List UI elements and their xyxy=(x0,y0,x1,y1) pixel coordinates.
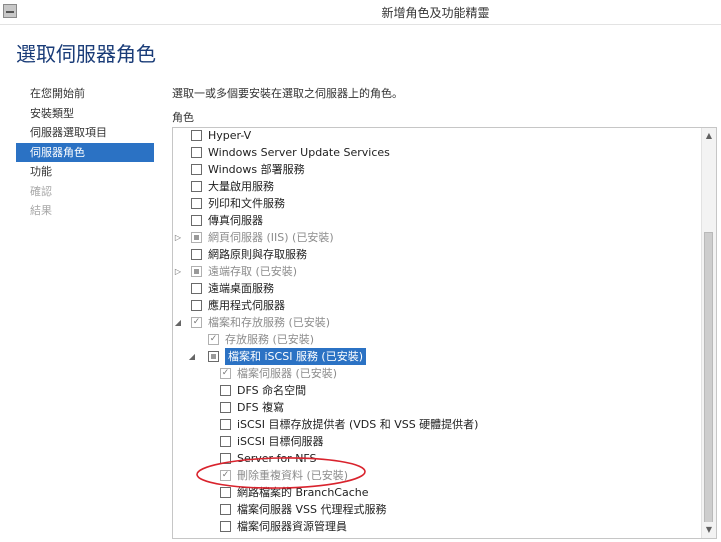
nav-item-confirmation: 確認 xyxy=(30,184,52,198)
role-row[interactable]: 遠端桌面服務 xyxy=(173,280,703,297)
role-checkbox[interactable] xyxy=(220,419,231,430)
role-checkbox[interactable] xyxy=(220,402,231,413)
partial-check-icon xyxy=(194,235,199,240)
role-checkbox[interactable] xyxy=(191,215,202,226)
role-row[interactable]: ◢ ✓ 檔案和存放服務 (已安裝) xyxy=(173,314,703,331)
role-checkbox[interactable] xyxy=(191,181,202,192)
checkmark-icon: ✓ xyxy=(192,317,201,327)
role-label: iSCSI 目標存放提供者 (VDS 和 VSS 硬體提供者) xyxy=(237,418,479,431)
checkmark-icon: ✓ xyxy=(209,334,218,344)
role-label: 檔案伺服器資源管理員 xyxy=(237,520,347,533)
role-row[interactable]: 傳真伺服器 xyxy=(173,212,703,229)
role-checkbox[interactable] xyxy=(208,351,219,362)
role-label: 遠端存取 (已安裝) xyxy=(208,265,298,278)
expand-down-icon[interactable]: ◢ xyxy=(187,348,197,365)
role-checkbox[interactable] xyxy=(220,436,231,447)
role-checkbox xyxy=(191,266,202,277)
role-label: Windows 部署服務 xyxy=(208,163,305,176)
role-label: 大量啟用服務 xyxy=(208,180,274,193)
role-row[interactable]: Windows Server Update Services xyxy=(173,144,703,161)
role-checkbox[interactable] xyxy=(191,283,202,294)
role-label: Hyper-V xyxy=(208,129,252,142)
role-row[interactable]: ✓ 存放服務 (已安裝) xyxy=(173,331,703,348)
window-title: 新增角色及功能精靈 xyxy=(381,6,490,20)
role-label: DFS 複寫 xyxy=(237,401,285,414)
role-checkbox[interactable] xyxy=(191,164,202,175)
nav-item-server-roles[interactable]: 伺服器角色 xyxy=(16,142,154,162)
page-title: 選取伺服器角色 xyxy=(16,42,156,66)
nav-item-server-selection[interactable]: 伺服器選取項目 xyxy=(16,123,154,143)
role-row[interactable]: 列印和文件服務 xyxy=(173,195,703,212)
partial-check-icon xyxy=(211,354,216,359)
role-row[interactable]: 檔案伺服器 VSS 代理程式服務 xyxy=(173,501,703,518)
wizard-nav: 在您開始前 安裝類型 伺服器選取項目 伺服器角色 功能 確認 結果 xyxy=(16,84,154,221)
role-checkbox[interactable] xyxy=(191,130,202,141)
role-row[interactable]: ▷ 網頁伺服器 (IIS) (已安裝) xyxy=(173,229,703,246)
chevron-down-icon[interactable]: ▼ xyxy=(702,522,716,538)
role-label: DFS 命名空間 xyxy=(237,384,307,397)
role-label: 應用程式伺服器 xyxy=(208,299,285,312)
checkmark-icon: ✓ xyxy=(221,368,230,378)
scrollbar-thumb[interactable] xyxy=(704,232,713,532)
role-row[interactable]: 網路原則與存取服務 xyxy=(173,246,703,263)
role-checkbox[interactable] xyxy=(191,300,202,311)
role-checkbox[interactable] xyxy=(191,249,202,260)
expand-right-icon[interactable]: ▷ xyxy=(173,263,183,280)
role-row[interactable]: Windows 部署服務 xyxy=(173,161,703,178)
role-checkbox[interactable] xyxy=(220,385,231,396)
role-checkbox[interactable] xyxy=(191,198,202,209)
nav-item-before-you-begin[interactable]: 在您開始前 xyxy=(16,84,154,104)
expand-right-icon[interactable]: ▷ xyxy=(173,229,183,246)
vertical-scrollbar[interactable]: ▲ ▼ xyxy=(701,128,716,538)
role-checkbox: ✓ xyxy=(208,334,219,345)
role-row[interactable]: DFS 命名空間 xyxy=(173,382,703,399)
highlight-ellipse xyxy=(196,457,366,489)
role-row[interactable]: ✓ 檔案伺服器 (已安裝) xyxy=(173,365,703,382)
role-label: 檔案伺服器 (已安裝) xyxy=(237,367,338,380)
role-label: Windows Server Update Services xyxy=(208,146,390,159)
nav-item-results: 結果 xyxy=(30,204,52,217)
role-row[interactable]: 檔案伺服器資源管理員 xyxy=(173,518,703,535)
role-checkbox[interactable] xyxy=(220,504,231,515)
role-row[interactable]: 應用程式伺服器 xyxy=(173,297,703,314)
role-label: 遠端桌面服務 xyxy=(208,282,274,295)
role-label: 檔案和 iSCSI 服務 (已安裝) xyxy=(225,348,367,365)
role-label: 網頁伺服器 (IIS) (已安裝) xyxy=(208,231,334,244)
nav-item-installation-type[interactable]: 安裝類型 xyxy=(16,104,154,124)
role-checkbox: ✓ xyxy=(220,368,231,379)
role-checkbox[interactable] xyxy=(191,147,202,158)
role-checkbox[interactable] xyxy=(220,521,231,532)
role-row[interactable]: iSCSI 目標存放提供者 (VDS 和 VSS 硬體提供者) xyxy=(173,416,703,433)
role-row[interactable]: ◢ 檔案和 iSCSI 服務 (已安裝) xyxy=(173,348,703,365)
role-label: 檔案和存放服務 (已安裝) xyxy=(208,316,331,329)
chevron-up-icon[interactable]: ▲ xyxy=(702,128,716,144)
roles-label: 角色 xyxy=(172,111,194,124)
role-label: 傳真伺服器 xyxy=(208,214,263,227)
title-bar: 新增角色及功能精靈 xyxy=(0,0,721,25)
role-label: iSCSI 目標伺服器 xyxy=(237,435,324,448)
role-row[interactable]: ▷ 遠端存取 (已安裝) xyxy=(173,263,703,280)
role-label: 檔案伺服器 VSS 代理程式服務 xyxy=(237,503,387,516)
role-row[interactable]: 大量啟用服務 xyxy=(173,178,703,195)
expand-down-icon[interactable]: ◢ xyxy=(173,314,183,331)
partial-check-icon xyxy=(194,269,199,274)
role-label: 網路原則與存取服務 xyxy=(208,248,307,261)
role-row[interactable]: DFS 複寫 xyxy=(173,399,703,416)
role-checkbox: ✓ xyxy=(191,317,202,328)
role-label: 列印和文件服務 xyxy=(208,197,285,210)
nav-item-features[interactable]: 功能 xyxy=(16,162,154,182)
role-row[interactable]: Hyper-V xyxy=(173,128,703,144)
role-checkbox xyxy=(191,232,202,243)
role-label: 存放服務 (已安裝) xyxy=(225,333,315,346)
role-row[interactable]: iSCSI 目標伺服器 xyxy=(173,433,703,450)
instruction-text: 選取一或多個要安裝在選取之伺服器上的角色。 xyxy=(172,87,403,100)
